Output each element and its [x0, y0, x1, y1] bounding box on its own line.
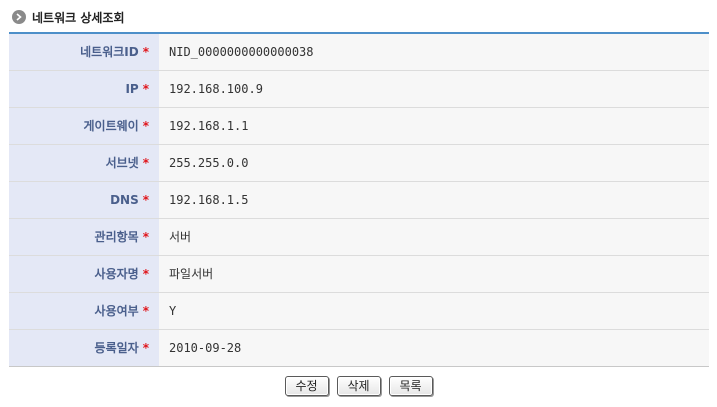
- field-value-subnet: 255.255.0.0: [159, 143, 709, 181]
- edit-button[interactable]: 수정: [284, 376, 329, 396]
- field-value-dns: 192.168.1.5: [159, 180, 709, 218]
- field-label-gateway: 게이트웨이 *: [9, 106, 159, 144]
- page-title: 네트워크 상세조회: [32, 10, 125, 25]
- table-row: 서브넷 * 255.255.0.0: [9, 143, 709, 181]
- field-label-registration-date: 등록일자 *: [9, 328, 159, 366]
- field-label-subnet: 서브넷 *: [9, 143, 159, 181]
- required-mark: *: [142, 192, 149, 207]
- field-value-user-name: 파일서버: [159, 254, 709, 292]
- field-label-ip: IP *: [9, 69, 159, 107]
- required-mark: *: [142, 119, 149, 133]
- delete-button[interactable]: 삭제: [336, 376, 381, 396]
- field-value-management-item: 서버: [159, 217, 709, 255]
- table-row: 사용여부 * Y: [9, 291, 709, 329]
- field-value-gateway: 192.168.1.1: [159, 106, 709, 144]
- action-button-row: 수정 삭제 목록: [0, 376, 717, 396]
- field-value-in-use: Y: [159, 291, 709, 329]
- table-row: 관리항목 * 서버: [9, 217, 709, 255]
- table-row: 게이트웨이 * 192.168.1.1: [9, 106, 709, 144]
- field-label-dns: DNS *: [9, 180, 159, 218]
- table-row: 등록일자 * 2010-09-28: [9, 328, 709, 366]
- required-mark: *: [142, 304, 149, 318]
- required-mark: *: [142, 45, 149, 60]
- required-mark: *: [142, 267, 149, 281]
- table-row: 네트워크ID * NID_0000000000000038: [9, 33, 709, 70]
- table-row: 사용자명 * 파일서버: [9, 254, 709, 292]
- field-value-network-id: NID_0000000000000038: [159, 33, 709, 70]
- network-detail-table: 네트워크ID * NID_0000000000000038 IP * 192.168…: [9, 32, 709, 367]
- page-title-bar: 네트워크 상세조회: [12, 8, 125, 26]
- required-mark: *: [142, 81, 149, 96]
- field-value-ip: 192.168.100.9: [159, 69, 709, 107]
- list-button[interactable]: 목록: [388, 376, 433, 396]
- field-value-registration-date: 2010-09-28: [159, 328, 709, 366]
- field-label-user-name: 사용자명 *: [9, 254, 159, 292]
- table-row: DNS * 192.168.1.5: [9, 180, 709, 218]
- required-mark: *: [142, 230, 149, 244]
- field-label-management-item: 관리항목 *: [9, 217, 159, 255]
- field-label-network-id: 네트워크ID *: [9, 33, 159, 70]
- table-row: IP * 192.168.100.9: [9, 69, 709, 107]
- required-mark: *: [142, 156, 149, 170]
- chevron-right-circle-icon: [12, 10, 26, 24]
- required-mark: *: [142, 341, 149, 355]
- field-label-in-use: 사용여부 *: [9, 291, 159, 329]
